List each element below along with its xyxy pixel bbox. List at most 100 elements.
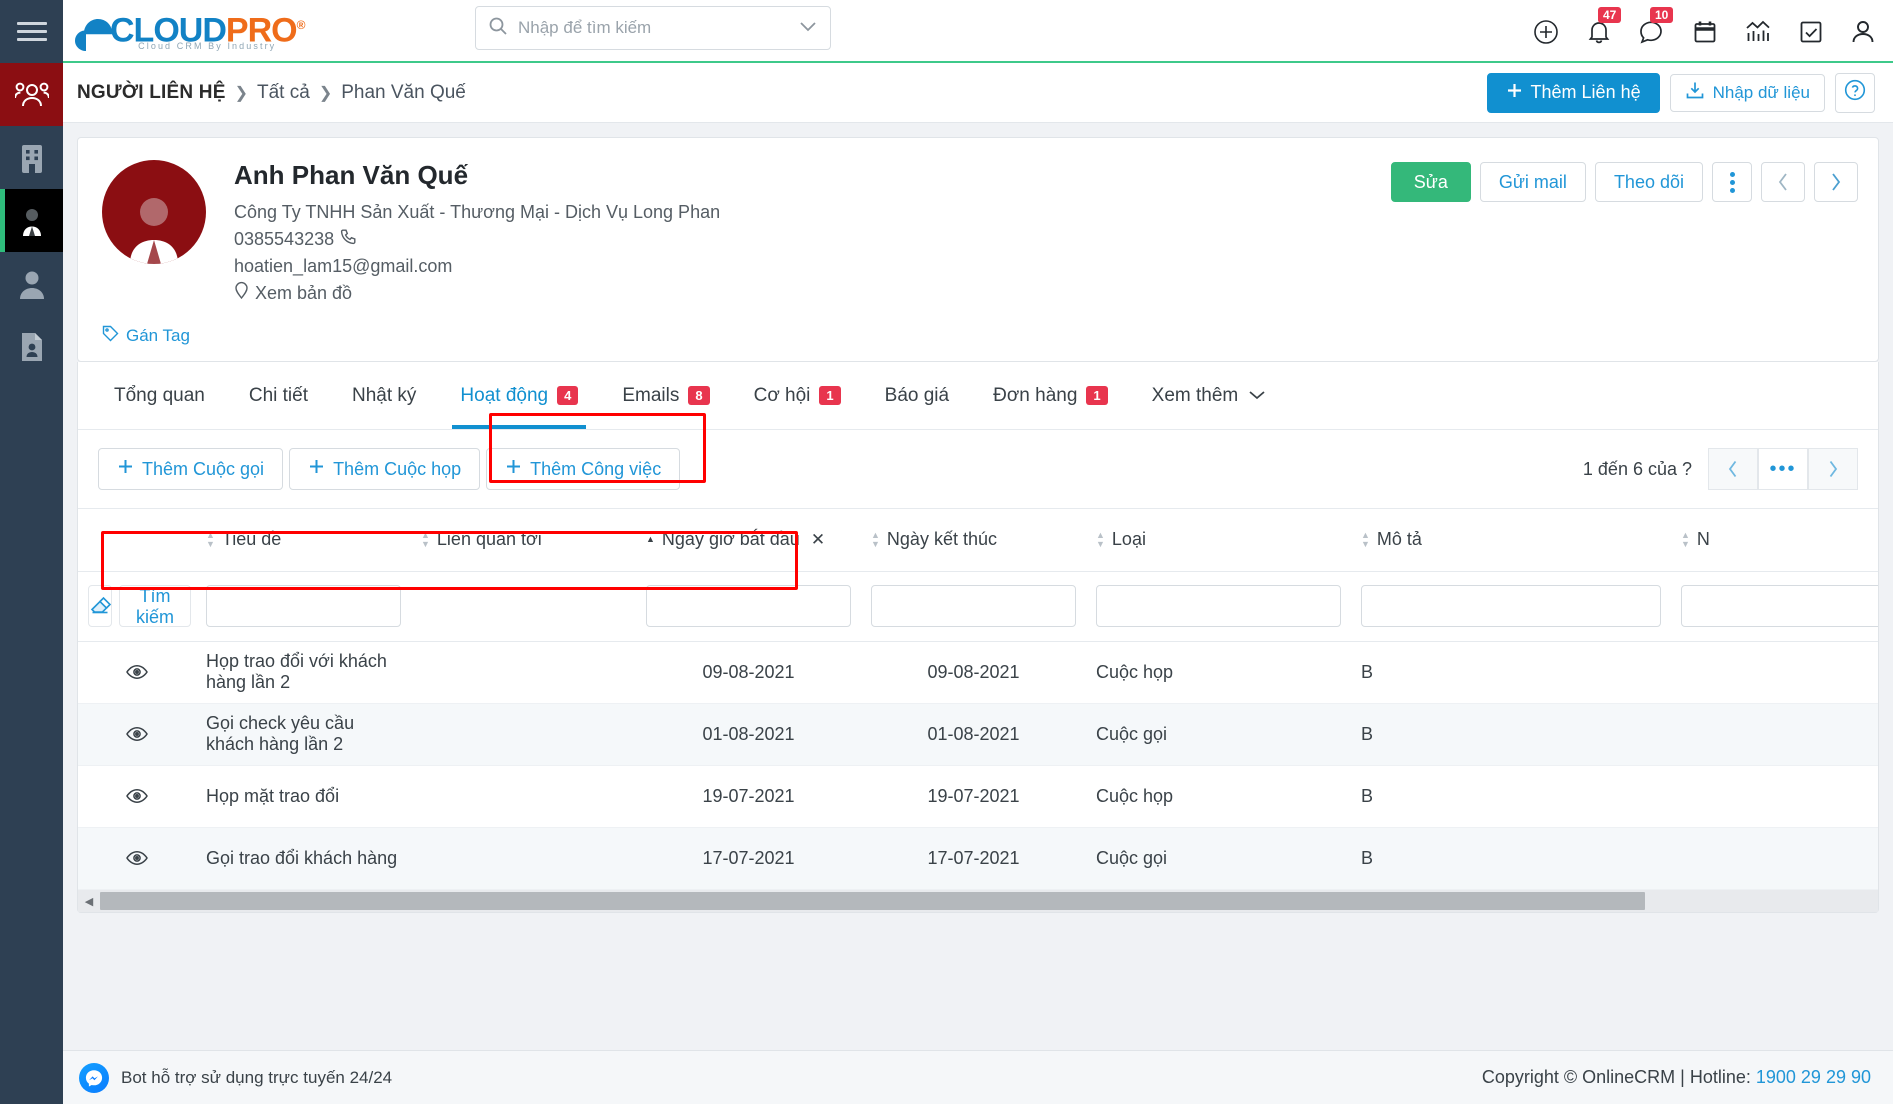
assign-tag-button[interactable]: Gán Tag (102, 325, 190, 347)
tab-5[interactable]: Cơ hội 1 (732, 362, 863, 429)
follow-button[interactable]: Theo dõi (1594, 162, 1703, 202)
tab-label: Emails (622, 384, 680, 406)
search-input[interactable] (518, 18, 788, 38)
prev-record-button[interactable] (1761, 162, 1805, 202)
table-row[interactable]: Họp trao đổi với khách hàng lần 2 09-08-2… (78, 641, 1878, 704)
clear-filters-button[interactable] (88, 585, 112, 627)
tab-3[interactable]: Hoạt động 4 (438, 362, 600, 429)
rail-item-companies[interactable] (0, 126, 63, 189)
filter-title-input[interactable] (206, 585, 401, 627)
filter-end-input[interactable] (871, 585, 1076, 627)
help-circle-icon (1844, 79, 1866, 106)
horizontal-scrollbar[interactable]: ◀ (78, 889, 1878, 912)
chevron-down-icon[interactable] (798, 18, 818, 38)
filter-type-input[interactable] (1096, 585, 1341, 627)
hamburger-menu-icon[interactable] (0, 0, 63, 63)
add-task-button[interactable]: Thêm Công việc (486, 448, 681, 490)
sort-arrows-icon[interactable]: ▲ ▼ (1096, 530, 1105, 548)
add-circle-icon[interactable] (1533, 19, 1559, 45)
calendar-icon[interactable] (1693, 19, 1717, 45)
tab-0[interactable]: Tổng quan (92, 362, 227, 429)
rail-item-documents[interactable] (0, 315, 63, 378)
sort-arrows-icon[interactable]: ▲ ▼ (421, 530, 430, 548)
column-header-start[interactable]: ▲ Ngày giờ bắt đầu ✕ (636, 509, 861, 572)
filter-desc-input[interactable] (1361, 585, 1661, 627)
column-header-end[interactable]: ▲ ▼ Ngày kết thúc (861, 509, 1086, 572)
sort-arrows-icon[interactable]: ▲ ▼ (1361, 530, 1370, 548)
analytics-chart-icon[interactable] (1745, 19, 1771, 45)
sort-arrows-icon[interactable]: ▲ ▼ (1681, 530, 1690, 548)
chat-bubble-icon[interactable]: 10 (1639, 6, 1674, 45)
breadcrumb-separator: ❯ (234, 84, 248, 102)
row-preview-cell (78, 703, 196, 766)
rail-item-leads[interactable] (0, 252, 63, 315)
scroll-left-arrow[interactable]: ◀ (78, 890, 100, 912)
pagination-next-button[interactable] (1808, 448, 1858, 490)
table-row[interactable]: Gọi trao đổi khách hàng 17-07-2021 17-07-2… (78, 827, 1878, 890)
add-meeting-button[interactable]: Thêm Cuộc họp (289, 448, 481, 490)
column-header-title[interactable]: ▲ ▼ Tiêu đề (196, 509, 411, 572)
breadcrumb-separator-2: ❯ (318, 84, 333, 102)
pagination-pages-button[interactable]: ••• (1758, 448, 1808, 490)
column-header-type[interactable]: ▲ ▼ Loại (1086, 509, 1351, 572)
hotline-number[interactable]: 1900 29 29 90 (1756, 1067, 1871, 1087)
tab-8[interactable]: Xem thêm (1130, 362, 1290, 429)
column-header-label: Mô tả (1376, 529, 1422, 550)
tab-1[interactable]: Chi tiết (227, 362, 330, 429)
tag-icon (102, 325, 119, 347)
add-contact-button[interactable]: Thêm Liên hệ (1486, 72, 1660, 113)
tab-7[interactable]: Đơn hàng 1 (971, 362, 1130, 429)
eye-icon[interactable] (88, 726, 186, 742)
table-row[interactable]: Họp mặt trao đổi 19-07-2021 19-07-2021 Cuộc… (78, 765, 1878, 828)
filter-more-input[interactable] (1681, 585, 1878, 627)
help-button[interactable] (1835, 72, 1875, 113)
cell-title: Họp trao đổi với khách hàng lần 2 (196, 641, 411, 704)
sort-arrows-icon[interactable]: ▲ ▼ (871, 530, 880, 548)
table-row[interactable]: Gọi check yêu cầu khách hàng lần 2 01-08-… (78, 703, 1878, 766)
support-bot[interactable]: Bot hỗ trợ sử dụng trực tuyến 24/24 (79, 1062, 392, 1093)
edit-button[interactable]: Sửa (1390, 162, 1471, 202)
tab-2[interactable]: Nhật ký (330, 362, 438, 429)
cell-desc: B (1351, 703, 1671, 766)
phone-icon[interactable] (340, 226, 357, 253)
eye-icon[interactable] (88, 850, 186, 866)
user-account-icon[interactable] (1851, 19, 1875, 45)
eye-icon[interactable] (88, 788, 186, 804)
import-data-label: Nhập dữ liệu (1712, 82, 1810, 102)
contact-email[interactable]: hoatien_lam15@gmail.com (234, 253, 720, 280)
scroll-track[interactable] (100, 890, 1878, 912)
table-head: ▲ ▼ Tiêu đề ▲ ▼ Liên quan tới ▲ Ngày giờ bắt đầ… (78, 509, 1878, 572)
column-header-desc[interactable]: ▲ ▼ Mô tả (1351, 509, 1671, 572)
sort-arrows-icon[interactable]: ▲ (646, 535, 655, 544)
eye-icon[interactable] (88, 664, 186, 680)
column-header-more[interactable]: ▲ ▼ N (1671, 509, 1878, 572)
bell-icon[interactable]: 47 (1587, 6, 1622, 45)
app-logo[interactable]: CLOUDPRO® Cloud CRM By Industry (75, 10, 305, 52)
tab-label: Cơ hội (753, 384, 811, 406)
pagination-prev-button[interactable] (1708, 448, 1758, 490)
add-call-button[interactable]: Thêm Cuộc gọi (98, 448, 284, 490)
import-data-button[interactable]: Nhập dữ liệu (1669, 73, 1825, 112)
column-header-related[interactable]: ▲ ▼ Liên quan tới (411, 509, 636, 572)
scroll-thumb[interactable] (100, 892, 1645, 910)
global-search[interactable] (475, 6, 831, 50)
rail-item-persons[interactable] (0, 189, 63, 252)
activity-toolbar: Thêm Cuộc gọi Thêm Cuộc họp Thêm Công vi… (78, 430, 1878, 508)
tab-6[interactable]: Báo giá (863, 362, 971, 429)
more-actions-button[interactable] (1712, 162, 1752, 202)
filter-start-input[interactable] (646, 585, 851, 627)
rail-item-contacts[interactable] (0, 63, 63, 126)
cell-type: Cuộc gọi (1086, 827, 1351, 890)
copyright: Copyright © OnlineCRM | Hotline: 1900 29… (1482, 1067, 1871, 1088)
contact-map-row[interactable]: Xem bản đồ (234, 280, 720, 307)
sort-arrows-icon[interactable]: ▲ ▼ (206, 530, 215, 548)
next-record-button[interactable] (1814, 162, 1858, 202)
checkbox-task-icon[interactable] (1799, 20, 1823, 44)
search-filter-button[interactable]: Tìm kiếm (119, 585, 191, 627)
cell-more (1671, 703, 1878, 766)
clear-sort-icon[interactable]: ✕ (811, 530, 825, 550)
send-mail-button[interactable]: Gửi mail (1479, 162, 1586, 202)
breadcrumb-all[interactable]: Tất cả (257, 82, 310, 104)
tab-4[interactable]: Emails 8 (600, 362, 731, 429)
breadcrumb-root[interactable]: NGƯỜI LIÊN HỆ (77, 82, 226, 104)
